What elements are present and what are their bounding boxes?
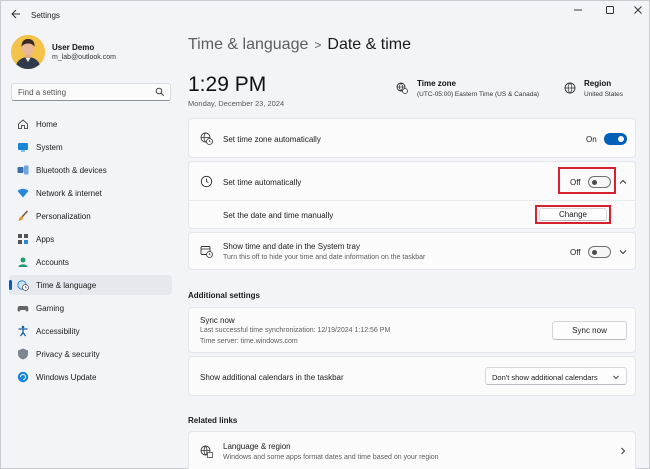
sync-server: Time server: time.windows.com	[200, 338, 298, 345]
tz-auto-card: Set time zone automatically On	[188, 118, 636, 158]
related-links-title: Related links	[188, 416, 238, 425]
shield-icon	[17, 348, 29, 360]
accessibility-icon	[17, 325, 29, 337]
calendars-dropdown[interactable]: Don't show additional calendars	[485, 367, 627, 385]
sidebar-item-gaming[interactable]: Gaming	[9, 298, 172, 318]
avatar[interactable]	[11, 35, 45, 69]
home-icon	[17, 118, 29, 130]
chevron-right-icon	[618, 446, 628, 456]
back-arrow-icon[interactable]	[9, 9, 23, 21]
time-zone-value: (UTC-05:00) Eastern Time (US & Canada)	[417, 91, 540, 98]
tray-state: Off	[570, 248, 581, 257]
current-time: 1:29 PM	[188, 73, 267, 96]
breadcrumb-separator: >	[314, 38, 322, 52]
language-region-label: Language & region	[223, 442, 291, 451]
sidebar-item-label: System	[36, 143, 63, 152]
sidebar-item-home[interactable]: Home	[9, 114, 172, 134]
sidebar-item-system[interactable]: System	[9, 137, 172, 157]
divider	[189, 200, 635, 201]
sidebar-item-windows-update[interactable]: Windows Update	[9, 367, 172, 387]
sidebar-item-privacy[interactable]: Privacy & security	[9, 344, 172, 364]
sidebar-item-label: Personalization	[36, 212, 91, 221]
chevron-down-icon	[611, 372, 621, 382]
breadcrumb: Time & language > Date & time	[188, 36, 411, 54]
additional-settings-title: Additional settings	[188, 291, 260, 300]
system-icon	[17, 141, 29, 153]
accounts-icon	[17, 256, 29, 268]
page-title: Date & time	[327, 36, 411, 53]
sidebar-item-accessibility[interactable]: Accessibility	[9, 321, 172, 341]
sidebar-item-label: Bluetooth & devices	[36, 166, 107, 175]
sidebar-item-time-language[interactable]: Time & language	[9, 275, 172, 295]
chevron-down-icon[interactable]	[618, 247, 628, 257]
maximize-icon[interactable]	[599, 5, 621, 21]
calendar-clock-icon	[200, 245, 213, 258]
language-region-sublabel: Windows and some apps format dates and t…	[223, 454, 439, 461]
bluetooth-icon	[17, 164, 29, 176]
calendars-selected: Don't show additional calendars	[492, 373, 598, 382]
globe-icon	[564, 82, 576, 94]
gaming-icon	[17, 302, 29, 314]
sync-last: Last successful time synchronization: 12…	[200, 327, 391, 334]
manual-label: Set the date and time manually	[223, 211, 334, 220]
settings-window: Settings User Demo m_lab@outlook.com Fin…	[0, 0, 650, 469]
sidebar-item-label: Apps	[36, 235, 55, 244]
tray-toggle[interactable]	[588, 246, 611, 258]
language-icon	[200, 445, 213, 458]
user-email: m_lab@outlook.com	[52, 54, 116, 61]
sidebar-item-label: Network & internet	[36, 189, 102, 198]
globe-clock-icon	[17, 279, 29, 291]
tz-auto-state: On	[586, 135, 597, 144]
region-value: United States	[584, 91, 624, 98]
minimize-icon[interactable]	[567, 5, 589, 21]
apps-icon	[17, 233, 29, 245]
sidebar-item-label: Accessibility	[36, 327, 80, 336]
brush-icon	[17, 210, 29, 222]
title-bar: Settings	[1, 1, 649, 29]
sidebar-item-bluetooth[interactable]: Bluetooth & devices	[9, 160, 172, 180]
wifi-icon	[17, 187, 29, 199]
search-input[interactable]: Find a setting	[11, 83, 171, 101]
sidebar-item-personalization[interactable]: Personalization	[9, 206, 172, 226]
language-region-link[interactable]: Language & region Windows and some apps …	[188, 431, 636, 469]
highlight-box	[558, 167, 616, 194]
region-title: Region	[584, 79, 612, 88]
calendars-label: Show additional calendars in the taskbar	[200, 373, 344, 382]
sidebar-item-network[interactable]: Network & internet	[9, 183, 172, 203]
chevron-up-icon[interactable]	[618, 177, 628, 187]
sidebar-item-label: Gaming	[36, 304, 65, 313]
tray-label: Show time and date in the System tray	[223, 242, 360, 251]
sidebar-item-accounts[interactable]: Accounts	[9, 252, 172, 272]
tz-auto-toggle[interactable]	[604, 133, 627, 145]
time-zone-title: Time zone	[417, 79, 456, 88]
time-auto-label: Set time automatically	[223, 178, 302, 187]
user-name: User Demo	[52, 43, 95, 52]
tray-card: Show time and date in the System tray Tu…	[188, 232, 636, 270]
clock-icon	[200, 175, 213, 188]
tz-auto-label: Set time zone automatically	[223, 135, 321, 144]
sync-now-button[interactable]: Sync now	[552, 321, 627, 340]
sidebar-item-label: Accounts	[36, 258, 69, 267]
close-icon[interactable]	[627, 5, 649, 21]
update-icon	[17, 371, 29, 383]
globe-clock-icon	[200, 132, 213, 145]
sync-title: Sync now	[200, 316, 235, 325]
sidebar-item-label: Home	[36, 120, 58, 129]
sidebar-item-apps[interactable]: Apps	[9, 229, 172, 249]
time-zone-icon	[396, 82, 408, 94]
search-icon[interactable]	[155, 87, 165, 97]
tray-sublabel: Turn this off to hide your time and date…	[223, 254, 426, 261]
change-button[interactable]: Change	[539, 208, 607, 221]
current-date: Monday, December 23, 2024	[188, 99, 285, 108]
sidebar-item-label: Windows Update	[36, 373, 97, 382]
sidebar-item-label: Time & language	[36, 281, 97, 290]
sidebar-item-label: Privacy & security	[36, 350, 100, 359]
breadcrumb-parent[interactable]: Time & language	[188, 36, 308, 53]
window-title: Settings	[31, 11, 60, 20]
search-placeholder: Find a setting	[18, 88, 67, 97]
